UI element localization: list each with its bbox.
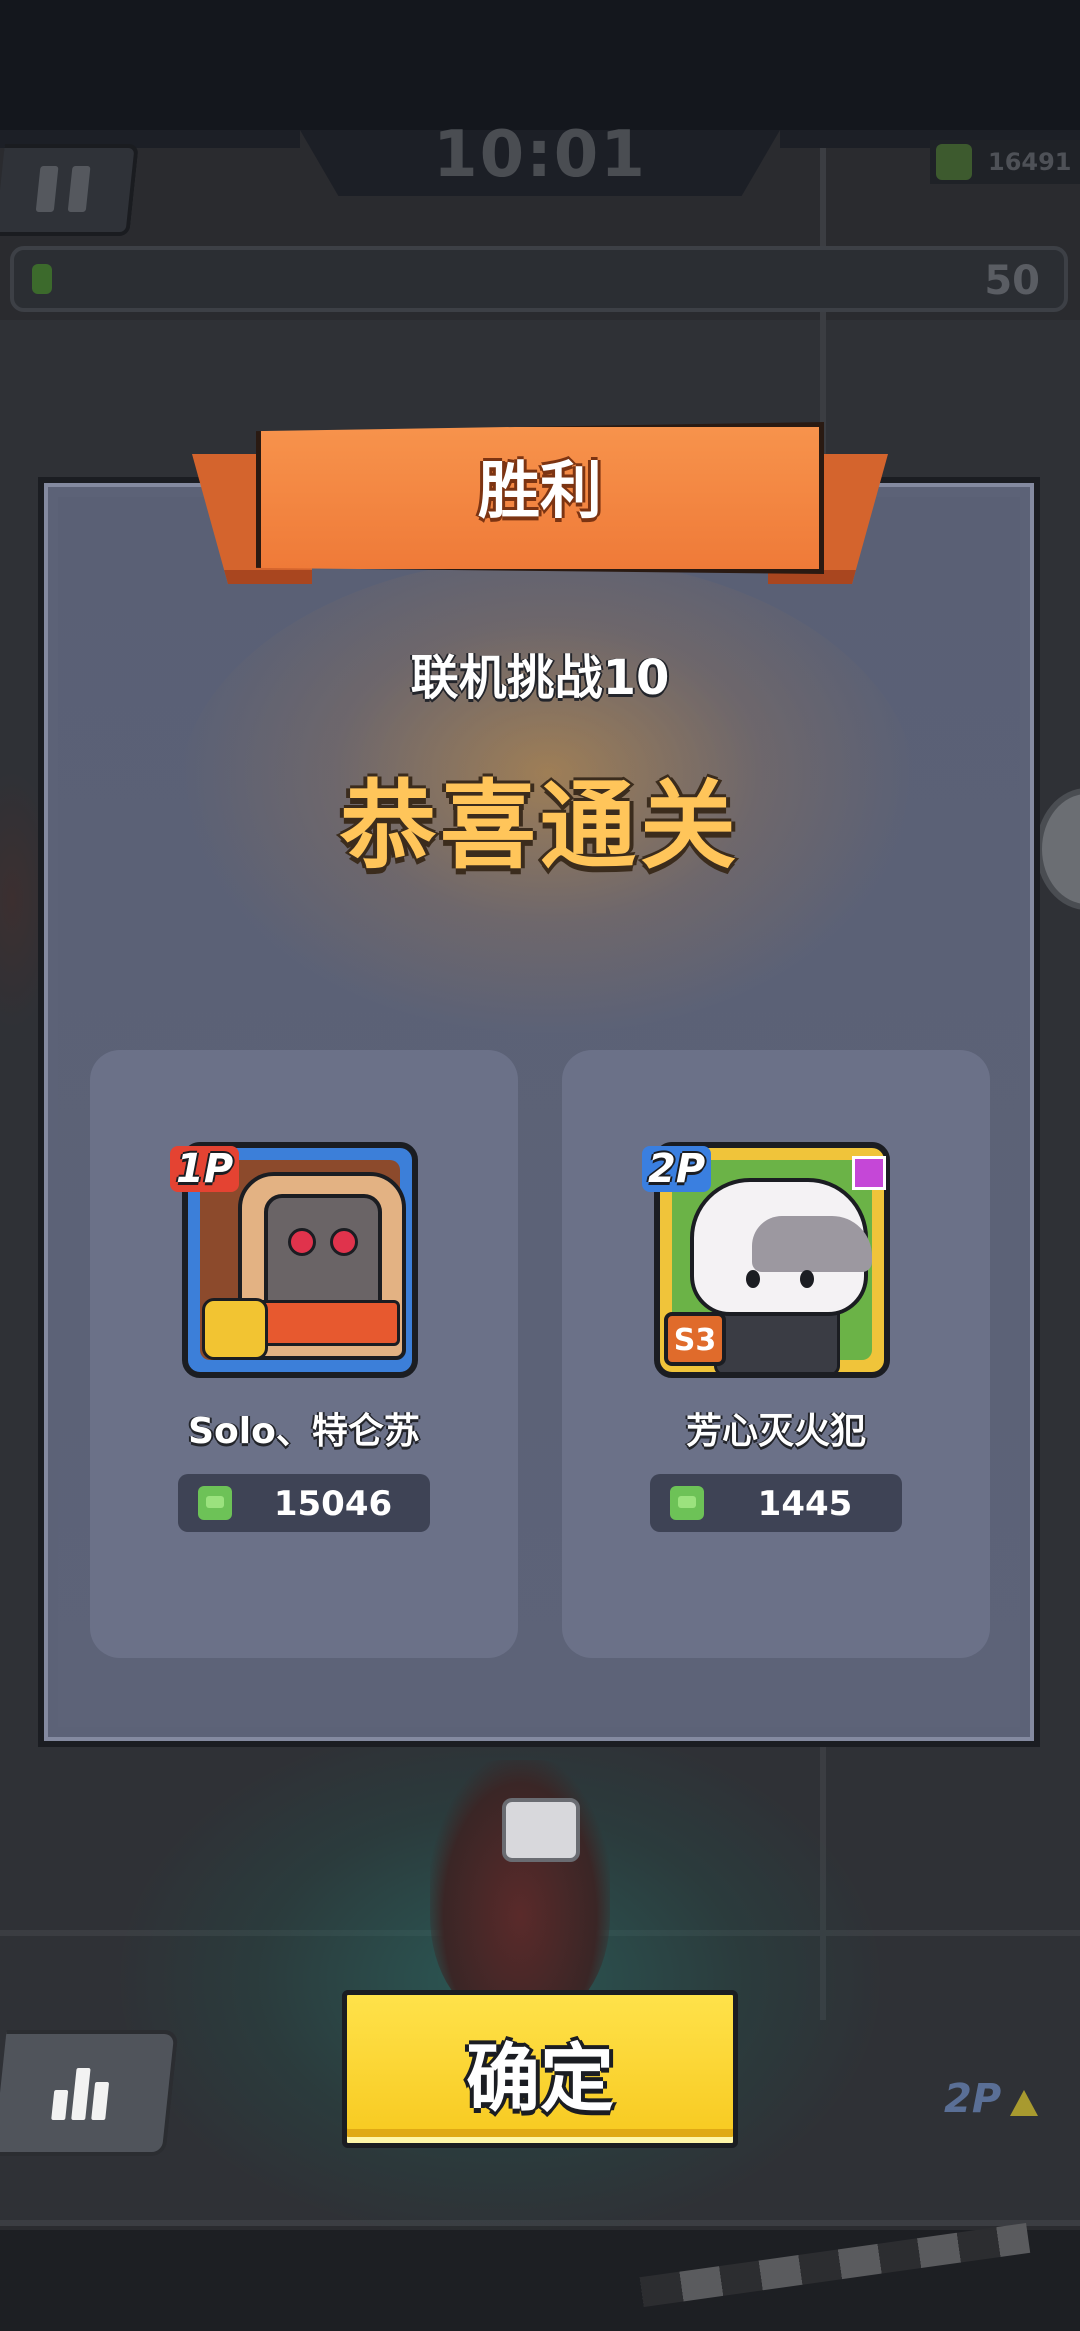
player-name: Solo、特仑苏	[188, 1411, 420, 1452]
score-value: 1445	[757, 1484, 853, 1524]
enemy-badge-icon	[502, 1798, 580, 1862]
pause-button[interactable]	[0, 144, 139, 236]
green-coin-icon	[198, 1486, 232, 1520]
result-text: 恭喜通关	[340, 770, 740, 882]
player-tag: 2P	[642, 1146, 712, 1192]
player-card-1p: 1P Solo、特仑苏 15046	[90, 1050, 518, 1658]
status-bar	[0, 0, 1080, 130]
progress-value: 50	[984, 258, 1040, 304]
gem-icon	[852, 1156, 886, 1190]
green-coin-icon	[670, 1486, 704, 1520]
player-name: 芳心灭火犯	[685, 1411, 866, 1452]
cat-eye	[800, 1270, 814, 1288]
green-coin-icon	[936, 144, 972, 180]
timer: 10:01	[433, 118, 647, 192]
bar-chart-icon	[51, 2090, 69, 2120]
bar-chart-icon	[71, 2068, 91, 2120]
cat-head	[690, 1178, 872, 1316]
player-tag: 1P	[170, 1146, 240, 1192]
game-screen: 10:01 16491 50 胜利 联机挑战10 恭喜通关 1P Solo、特仑…	[0, 0, 1080, 2331]
player-score: 1445	[650, 1474, 902, 1532]
direction-arrow-icon	[1010, 2090, 1038, 2116]
robot-eye	[330, 1228, 358, 1256]
score-value: 15046	[273, 1484, 393, 1524]
pause-icon	[35, 166, 59, 212]
confirm-label: 确定	[466, 2036, 614, 2122]
robot-eye	[288, 1228, 316, 1256]
robot-scarf	[254, 1300, 400, 1346]
cat-eye	[746, 1270, 760, 1288]
player-card-2p: S3 2P 芳心灭火犯 1445	[562, 1050, 990, 1658]
stats-button[interactable]	[0, 2030, 179, 2156]
gold-fist-icon	[202, 1298, 268, 1360]
pause-icon	[67, 166, 91, 212]
cat-patch	[752, 1216, 872, 1272]
player-indicator: 2P	[944, 2076, 1002, 2122]
coin-counter: 16491	[930, 140, 1080, 184]
coin-value: 16491	[988, 148, 1072, 176]
dialog-title: 胜利	[477, 454, 602, 527]
progress-fill	[32, 264, 52, 294]
wave-progress-bar: 50	[10, 246, 1068, 312]
challenge-label: 联机挑战10	[410, 650, 670, 706]
season-badge: S3	[664, 1312, 726, 1366]
confirm-button[interactable]: 确定	[342, 1990, 738, 2148]
bar-chart-icon	[91, 2082, 110, 2120]
player-score: 15046	[178, 1474, 430, 1532]
